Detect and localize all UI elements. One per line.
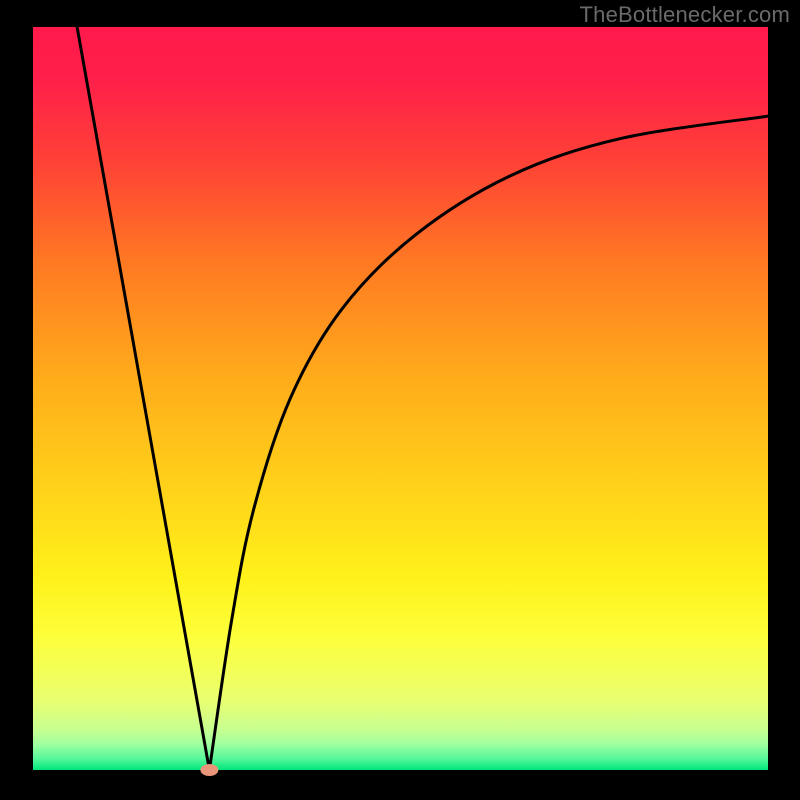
watermark-text: TheBottlenecker.com [580,2,790,28]
chart-container: TheBottlenecker.com [0,0,800,800]
minimum-marker [200,764,218,776]
bottleneck-curve-chart [0,0,800,800]
